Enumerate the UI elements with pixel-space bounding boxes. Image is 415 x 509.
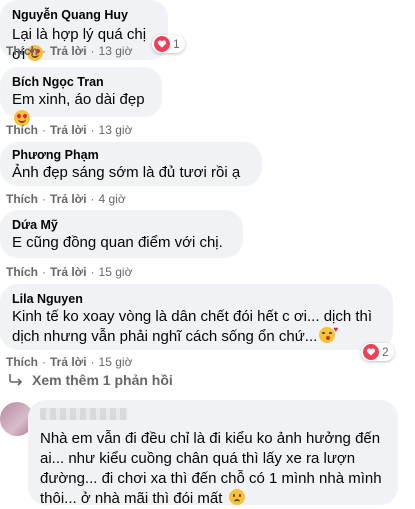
comment-1: Nguyễn Quang Huy Lại là hợp lý quá chị ơ…: [0, 0, 185, 64]
reply-comment: Nhà em vẫn đi đều chỉ là đi kiểu ko ảnh …: [28, 400, 398, 508]
like-link[interactable]: Thích: [6, 44, 38, 58]
comment-actions: Thích · Trả lời · 4 giờ: [6, 192, 126, 206]
comment-author[interactable]: Phương Phạm: [12, 147, 250, 163]
kissing-heart-emoji: ♥: [319, 326, 338, 343]
comment-actions: Thích · Trả lời · 15 giờ: [6, 355, 133, 369]
comment-bubble: Bích Ngọc Tran Em xinh, áo dài đẹp: [0, 67, 162, 126]
comment-time[interactable]: 15 giờ: [99, 355, 133, 369]
comment-time[interactable]: 4 giờ: [99, 192, 126, 206]
like-link[interactable]: Thích: [6, 192, 38, 206]
comment-author[interactable]: Bích Ngọc Tran: [12, 74, 150, 90]
comment-author[interactable]: Nguyễn Quang Huy: [12, 5, 156, 25]
comment-time[interactable]: 13 giờ: [99, 123, 133, 137]
comment-text: Kinh tế ko xoay vòng là dân chết đói hết…: [12, 308, 373, 345]
comment-actions: Thích · Trả lời · 13 giờ: [6, 123, 133, 137]
comment-bubble: Phương Phạm Ảnh đẹp sáng sớm là đủ tươi …: [0, 142, 262, 186]
comment-text: Ảnh đẹp sáng sớm là đủ tươi rồi ạ: [12, 164, 241, 181]
reaction-badge[interactable]: 1: [152, 35, 185, 53]
comment-3: Phương Phạm Ảnh đẹp sáng sớm là đủ tươi …: [0, 142, 262, 206]
like-link[interactable]: Thích: [6, 265, 38, 279]
worried-face-emoji: [228, 489, 245, 505]
comment-author[interactable]: Dứa Mỹ: [12, 217, 231, 233]
reply-link[interactable]: Trả lời: [50, 265, 87, 279]
comment-2: Bích Ngọc Tran Em xinh, áo dài đẹp Thích…: [0, 67, 162, 137]
comment-time[interactable]: 15 giờ: [99, 265, 133, 279]
comment-5: Lila Nguyen Kinh tế ko xoay vòng là dân …: [0, 284, 394, 369]
comment-bubble: Nhà em vẫn đi đều chỉ là đi kiểu ko ảnh …: [28, 400, 398, 507]
heart-icon: [154, 36, 170, 52]
like-link[interactable]: Thích: [6, 123, 38, 137]
reply-link[interactable]: Trả lời: [50, 192, 87, 206]
reply-link[interactable]: Trả lời: [50, 123, 87, 137]
comment-time[interactable]: 13 giờ: [99, 44, 133, 58]
comment-text: Nhà em vẫn đi đều chỉ là đi kiểu ko ảnh …: [40, 430, 382, 507]
comment-actions: Thích · Trả lời · 13 giờ: [6, 44, 133, 58]
reaction-count: 2: [382, 345, 389, 359]
comment-4: Dứa Mỹ E cũng đồng quan điểm với chị. Th…: [0, 210, 243, 279]
comment-text: E cũng đồng quan điểm với chị.: [12, 234, 223, 251]
see-more-replies-link[interactable]: Xem thêm 1 phản hồi: [8, 372, 173, 388]
comment-bubble: Lila Nguyen Kinh tế ko xoay vòng là dân …: [0, 284, 394, 361]
reaction-badge[interactable]: 2: [361, 343, 394, 361]
reply-arrow-icon: [9, 374, 23, 386]
comment-bubble: Dứa Mỹ E cũng đồng quan điểm với chị.: [0, 210, 243, 258]
like-link[interactable]: Thích: [6, 355, 38, 369]
reply-link[interactable]: Trả lời: [50, 44, 87, 58]
heart-icon: [363, 344, 379, 360]
comment-actions: Thích · Trả lời · 15 giờ: [6, 265, 133, 279]
blurred-author-name[interactable]: [40, 408, 128, 420]
comment-author[interactable]: Lila Nguyen: [12, 291, 381, 307]
reply-link[interactable]: Trả lời: [50, 355, 87, 369]
reaction-count: 1: [173, 37, 180, 51]
